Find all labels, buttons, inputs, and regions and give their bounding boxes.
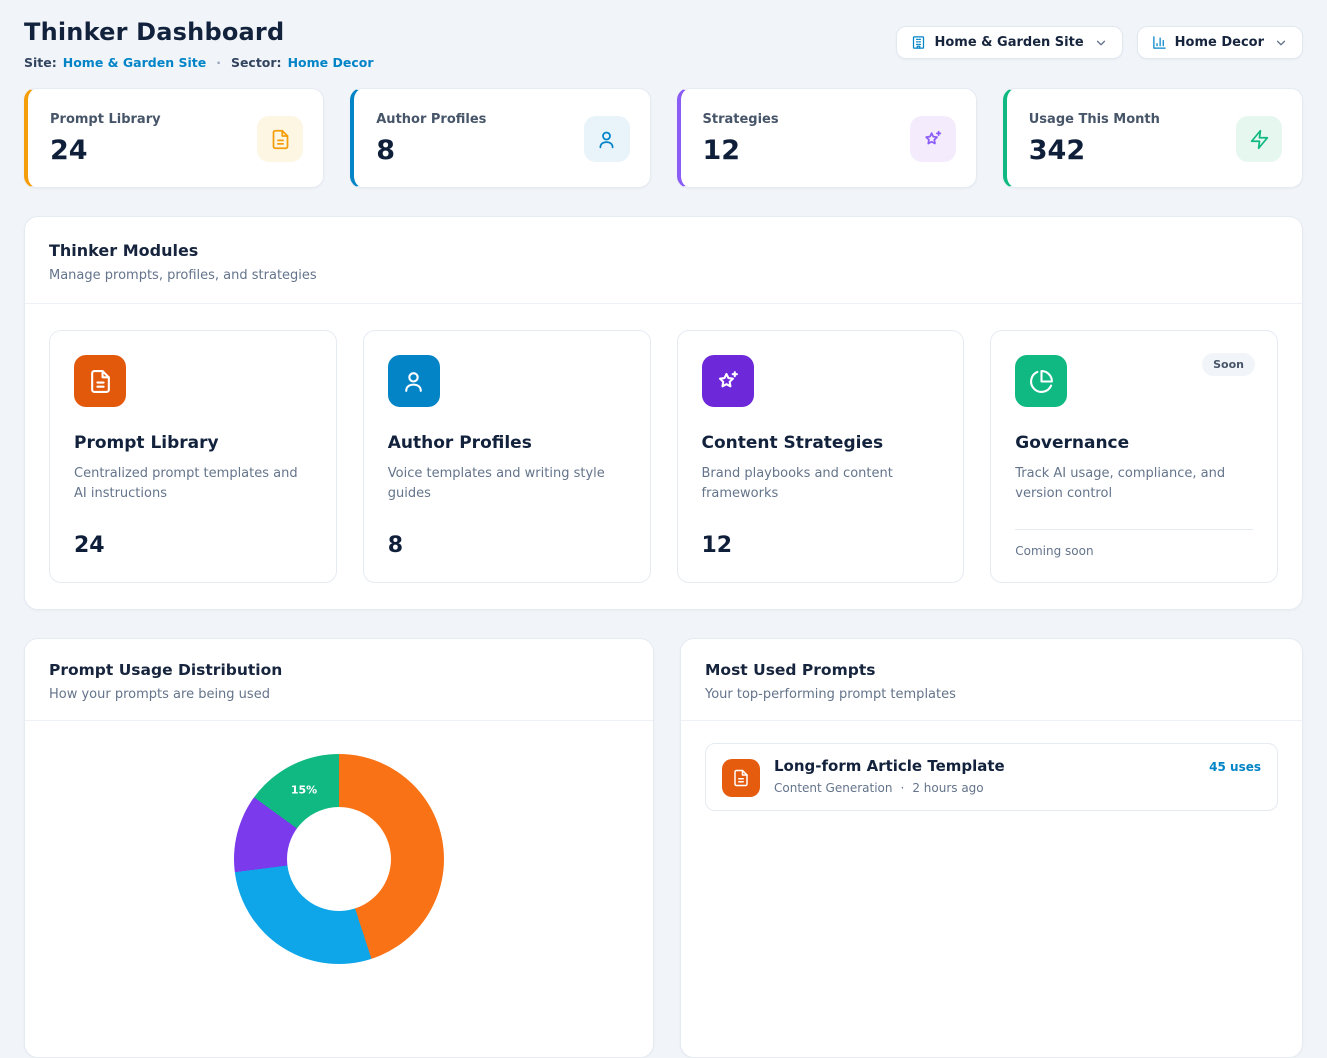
donut-segment-label: 15% [291, 784, 317, 797]
pie-chart-icon [1015, 355, 1067, 407]
prompt-list-item[interactable]: Long-form Article Template Content Gener… [705, 743, 1278, 811]
prompt-item-text: Long-form Article Template Content Gener… [774, 757, 1195, 795]
sector-dropdown[interactable]: Home Decor [1137, 26, 1303, 59]
chevron-down-icon [1094, 36, 1108, 50]
sector-link[interactable]: Home Decor [288, 55, 374, 70]
prompts-panel-subtitle: Your top-performing prompt templates [705, 687, 1278, 702]
stat-value: 24 [50, 135, 161, 166]
user-icon [584, 116, 630, 162]
separator-dot: · [216, 55, 221, 70]
modules-grid: Prompt Library Centralized prompt templa… [25, 304, 1302, 609]
stat-card-usage: Usage This Month 342 [1003, 88, 1303, 188]
header-actions: Home & Garden Site Home Decor [896, 26, 1303, 59]
soon-badge: Soon [1202, 353, 1255, 376]
chevron-down-icon [1274, 36, 1288, 50]
stat-card-author-profiles: Author Profiles 8 [350, 88, 650, 188]
module-title: Governance [1015, 433, 1253, 453]
separator-dot: · [900, 781, 904, 795]
stat-card-strategies: Strategies 12 [677, 88, 977, 188]
breadcrumb: Site: Home & Garden Site · Sector: Home … [24, 55, 373, 70]
module-description: Centralized prompt templates and AI inst… [74, 464, 312, 504]
page-title: Thinker Dashboard [24, 18, 373, 46]
usage-distribution-panel: Prompt Usage Distribution How your promp… [24, 638, 654, 1058]
prompts-panel-title: Most Used Prompts [705, 661, 1278, 679]
stat-card-prompt-library: Prompt Library 24 [24, 88, 324, 188]
building-icon [911, 35, 926, 50]
bottom-panels-row: Prompt Usage Distribution How your promp… [24, 638, 1303, 1058]
document-icon [722, 759, 760, 797]
bar-chart-icon [1152, 35, 1167, 50]
bolt-icon [1236, 116, 1282, 162]
prompt-item-meta: Content Generation · 2 hours ago [774, 781, 1195, 795]
donut-hole [287, 807, 391, 911]
prompt-item-uses-badge: 45 uses [1209, 760, 1261, 774]
site-dropdown[interactable]: Home & Garden Site [896, 26, 1122, 59]
stat-text: Prompt Library 24 [50, 112, 161, 166]
usage-panel-subtitle: How your prompts are being used [49, 687, 629, 702]
module-description: Voice templates and writing style guides [388, 464, 626, 504]
module-title: Prompt Library [74, 433, 312, 453]
thinker-modules-section: Thinker Modules Manage prompts, profiles… [24, 216, 1303, 610]
site-label: Site: [24, 55, 57, 70]
usage-panel-header: Prompt Usage Distribution How your promp… [25, 639, 653, 721]
stat-value: 342 [1029, 135, 1160, 166]
user-icon [388, 355, 440, 407]
usage-donut-chart: 15% [234, 754, 444, 964]
sparkle-star-icon [702, 355, 754, 407]
coming-soon-text: Coming soon [1015, 544, 1253, 558]
sector-label: Sector: [231, 55, 282, 70]
modules-header: Thinker Modules Manage prompts, profiles… [25, 217, 1302, 304]
module-count: 8 [388, 533, 626, 558]
module-description: Brand playbooks and content frameworks [702, 464, 940, 504]
module-title: Content Strategies [702, 433, 940, 453]
module-count: 24 [74, 533, 312, 558]
stat-label: Author Profiles [376, 112, 486, 127]
usage-panel-title: Prompt Usage Distribution [49, 661, 629, 679]
modules-subtitle: Manage prompts, profiles, and strategies [49, 268, 1278, 283]
module-card-prompt-library[interactable]: Prompt Library Centralized prompt templa… [49, 330, 337, 583]
dashboard-page: Thinker Dashboard Site: Home & Garden Si… [0, 0, 1327, 1058]
modules-title: Thinker Modules [49, 241, 1278, 260]
module-title: Author Profiles [388, 433, 626, 453]
stat-value: 12 [703, 135, 779, 166]
module-card-content-strategies[interactable]: Content Strategies Brand playbooks and c… [677, 330, 965, 583]
stat-text: Author Profiles 8 [376, 112, 486, 166]
module-description: Track AI usage, compliance, and version … [1015, 464, 1253, 504]
module-card-governance[interactable]: Soon Governance Track AI usage, complian… [990, 330, 1278, 583]
stat-text: Strategies 12 [703, 112, 779, 166]
usage-chart-area: 15% [25, 721, 653, 1058]
module-footer-divider: Coming soon [1015, 529, 1253, 558]
top-bar: Thinker Dashboard Site: Home & Garden Si… [24, 18, 1303, 70]
stat-text: Usage This Month 342 [1029, 112, 1160, 166]
site-dropdown-label: Home & Garden Site [934, 35, 1083, 50]
module-card-author-profiles[interactable]: Author Profiles Voice templates and writ… [363, 330, 651, 583]
prompt-item-title: Long-form Article Template [774, 757, 1195, 775]
stat-cards-row: Prompt Library 24 Author Profiles 8 Stra… [24, 88, 1303, 188]
stat-value: 8 [376, 135, 486, 166]
prompt-item-time: 2 hours ago [912, 781, 983, 795]
document-icon [257, 116, 303, 162]
most-used-prompts-panel: Most Used Prompts Your top-performing pr… [680, 638, 1303, 1058]
prompt-item-category: Content Generation [774, 781, 892, 795]
stat-label: Strategies [703, 112, 779, 127]
module-count: 12 [702, 533, 940, 558]
site-link[interactable]: Home & Garden Site [63, 55, 206, 70]
document-icon [74, 355, 126, 407]
sector-dropdown-label: Home Decor [1175, 35, 1264, 50]
stat-label: Usage This Month [1029, 112, 1160, 127]
title-block: Thinker Dashboard Site: Home & Garden Si… [24, 18, 373, 70]
prompts-panel-header: Most Used Prompts Your top-performing pr… [681, 639, 1302, 721]
stat-label: Prompt Library [50, 112, 161, 127]
sparkle-star-icon [910, 116, 956, 162]
